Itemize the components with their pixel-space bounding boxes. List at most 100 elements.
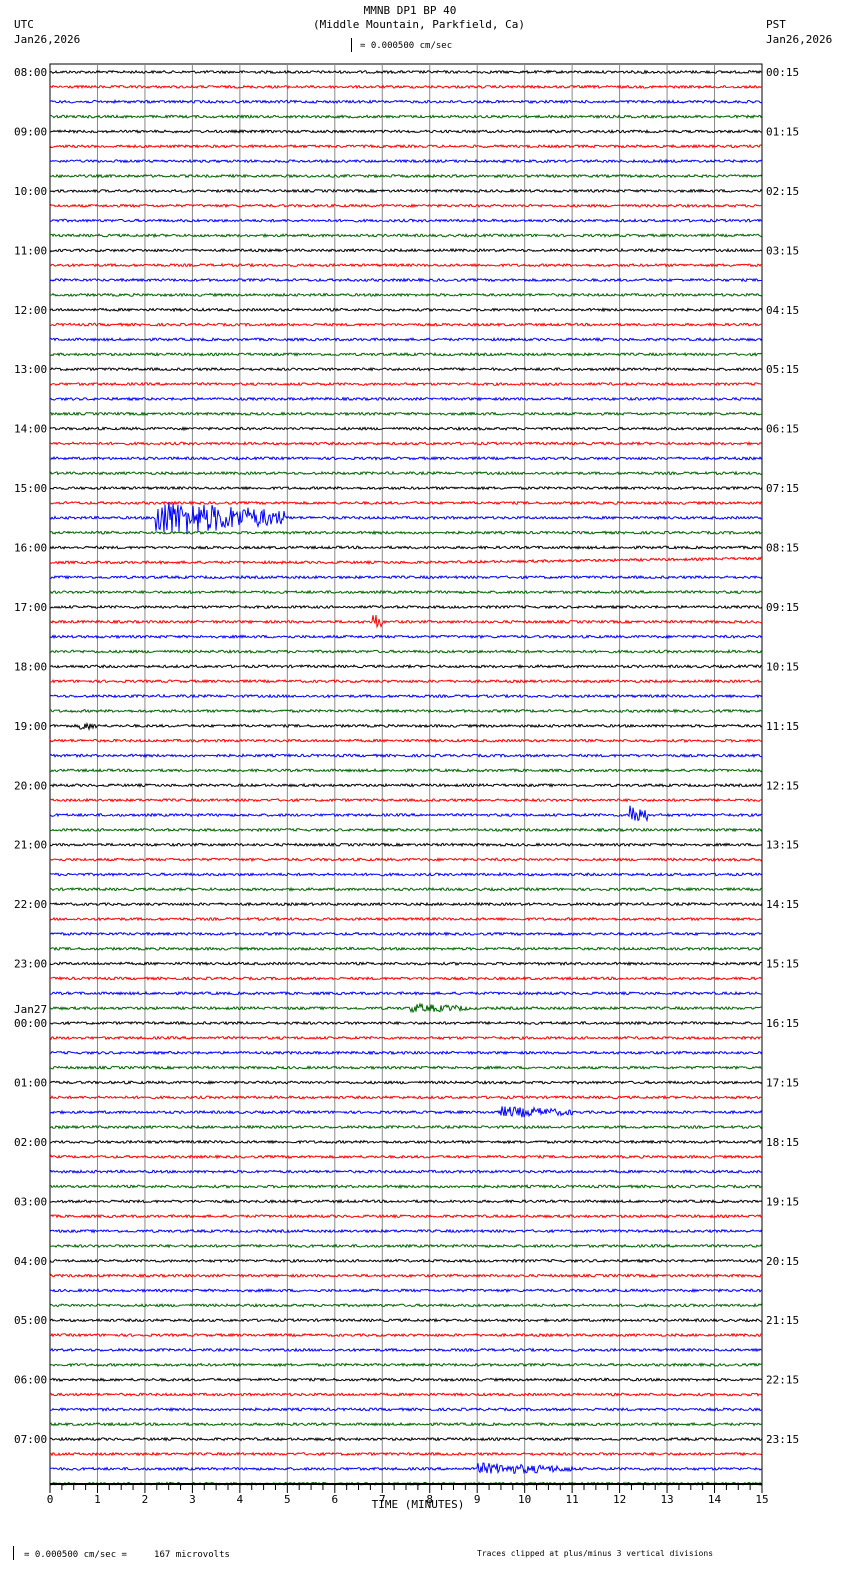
trace-84 bbox=[49, 1317, 763, 1323]
trace-5 bbox=[49, 143, 763, 149]
trace-21 bbox=[49, 381, 762, 387]
trace-24 bbox=[49, 426, 763, 432]
trace-63 bbox=[49, 1002, 763, 1014]
utc-hour-label: 21:00 bbox=[14, 839, 47, 852]
trace-54 bbox=[49, 871, 763, 877]
x-tick-label: 3 bbox=[189, 1493, 196, 1506]
trace-89 bbox=[49, 1392, 763, 1398]
trace-80 bbox=[49, 1258, 763, 1264]
pst-hour-label: 15:15 bbox=[766, 958, 799, 971]
utc-hour-label: 19:00 bbox=[14, 720, 47, 733]
utc-hour-label: 14:00 bbox=[14, 423, 47, 436]
trace-36 bbox=[49, 604, 763, 610]
utc-hour-label: 01:00 bbox=[14, 1076, 47, 1089]
trace-23 bbox=[49, 411, 763, 417]
footer-scale-bar-icon bbox=[13, 1546, 14, 1560]
trace-61 bbox=[49, 975, 763, 981]
utc-hour-label: 23:00 bbox=[14, 958, 47, 971]
x-tick-label: 4 bbox=[237, 1493, 244, 1506]
trace-88 bbox=[49, 1377, 763, 1383]
trace-77 bbox=[49, 1213, 763, 1219]
trace-93 bbox=[49, 1451, 763, 1457]
utc-hour-label: 06:00 bbox=[14, 1374, 47, 1387]
trace-32 bbox=[49, 545, 763, 551]
pst-hour-label: 00:15 bbox=[766, 66, 799, 79]
trace-91 bbox=[49, 1421, 763, 1427]
pst-hour-label: 17:15 bbox=[766, 1076, 799, 1089]
trace-4 bbox=[49, 128, 763, 134]
trace-64 bbox=[49, 1020, 763, 1026]
pst-hour-label: 23:15 bbox=[766, 1433, 799, 1446]
x-tick-label: 12 bbox=[613, 1493, 626, 1506]
trace-52 bbox=[49, 842, 763, 848]
trace-29 bbox=[49, 500, 763, 506]
trace-74 bbox=[49, 1169, 763, 1175]
trace-50 bbox=[49, 805, 763, 823]
trace-14 bbox=[49, 277, 763, 283]
trace-12 bbox=[49, 247, 763, 253]
utc-hour-label: 15:00 bbox=[14, 482, 47, 495]
trace-67 bbox=[49, 1065, 763, 1071]
pst-hour-label: 07:15 bbox=[766, 482, 799, 495]
trace-26 bbox=[50, 455, 763, 461]
trace-51 bbox=[49, 827, 763, 833]
pst-hour-label: 13:15 bbox=[766, 839, 799, 852]
utc-hour-label: 22:00 bbox=[14, 898, 47, 911]
trace-83 bbox=[49, 1302, 763, 1308]
trace-31 bbox=[49, 530, 762, 536]
trace-25 bbox=[49, 440, 763, 447]
pst-hour-label: 05:15 bbox=[766, 363, 799, 376]
trace-62 bbox=[50, 990, 763, 996]
trace-66 bbox=[49, 1050, 763, 1056]
trace-81 bbox=[49, 1273, 763, 1279]
trace-94 bbox=[49, 1462, 763, 1475]
x-axis-title: TIME (MINUTES) bbox=[371, 1498, 465, 1511]
trace-90 bbox=[49, 1406, 762, 1412]
clip-note: Traces clipped at plus/minus 3 vertical … bbox=[477, 1549, 714, 1558]
trace-20 bbox=[49, 366, 763, 372]
pst-hour-label: 08:15 bbox=[766, 542, 799, 555]
utc-hour-label: 02:00 bbox=[14, 1136, 47, 1149]
trace-49 bbox=[49, 797, 763, 803]
utc-hour-label: 07:00 bbox=[14, 1433, 47, 1446]
utc-hour-label: 00:00 bbox=[14, 1017, 47, 1030]
x-tick-label: 1 bbox=[94, 1493, 101, 1506]
pst-hour-label: 09:15 bbox=[766, 601, 799, 614]
utc-hour-label: 03:00 bbox=[14, 1195, 47, 1208]
trace-53 bbox=[49, 857, 763, 863]
trace-65 bbox=[49, 1035, 763, 1041]
trace-35 bbox=[49, 589, 763, 595]
trace-22 bbox=[49, 396, 763, 402]
trace-78 bbox=[49, 1228, 763, 1234]
footer-scale: = 0.000500 cm/sec = 167 microvolts bbox=[24, 1550, 230, 1560]
pst-hour-label: 01:15 bbox=[766, 125, 799, 138]
plot-frame bbox=[49, 63, 763, 1485]
trace-15 bbox=[49, 292, 763, 298]
trace-87 bbox=[49, 1362, 763, 1368]
pst-hour-label: 02:15 bbox=[766, 185, 799, 198]
trace-44 bbox=[49, 721, 763, 732]
trace-71 bbox=[49, 1124, 763, 1130]
pst-hour-label: 06:15 bbox=[766, 423, 799, 436]
utc-hour-label: 13:00 bbox=[14, 363, 47, 376]
trace-60 bbox=[49, 961, 763, 967]
pst-hour-label: 18:15 bbox=[766, 1136, 799, 1149]
utc-hour-label: 10:00 bbox=[14, 185, 47, 198]
pst-hour-label: 16:15 bbox=[766, 1017, 799, 1030]
trace-9 bbox=[49, 203, 763, 209]
utc-hour-label: 11:00 bbox=[14, 244, 47, 257]
trace-69 bbox=[49, 1094, 763, 1100]
trace-72 bbox=[49, 1139, 763, 1145]
trace-76 bbox=[49, 1198, 763, 1204]
trace-42 bbox=[49, 693, 763, 699]
trace-13 bbox=[49, 262, 763, 268]
trace-33 bbox=[49, 556, 763, 566]
trace-45 bbox=[49, 738, 763, 744]
trace-11 bbox=[50, 232, 763, 239]
trace-79 bbox=[49, 1243, 763, 1249]
trace-46 bbox=[49, 752, 762, 759]
trace-7 bbox=[49, 173, 763, 179]
trace-8 bbox=[49, 188, 763, 194]
trace-2 bbox=[49, 99, 763, 105]
trace-27 bbox=[49, 470, 763, 476]
